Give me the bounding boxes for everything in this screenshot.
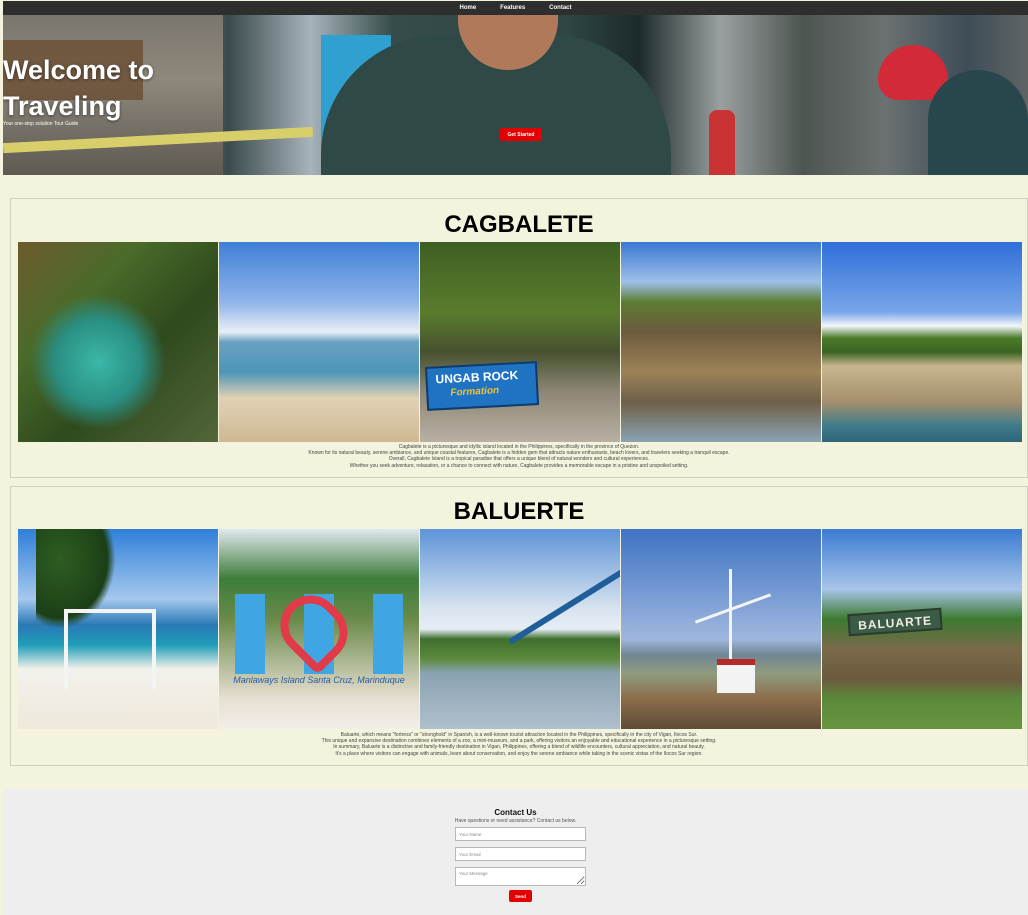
message-textarea[interactable] — [455, 867, 586, 886]
baluarte-sign-photo: BALUARTE — [822, 529, 1022, 729]
sea-island-photo — [420, 529, 620, 729]
destination-description: Baluarte, which means "fortress" or "str… — [321, 732, 717, 757]
swing-frame — [64, 609, 156, 689]
destination-description: Cagbalete is a picturesque and idyllic i… — [308, 444, 730, 469]
beach-swing-photo — [18, 529, 218, 729]
rock-formation-photo: UNGAB ROCK Formation — [420, 242, 620, 442]
windmill-photo — [621, 529, 821, 729]
small-house — [717, 659, 755, 693]
contact-lead: Have questions or need assistance? Conta… — [454, 818, 577, 824]
destination-baluerte: BALUERTE Manlaways Island Santa Cruz, Ma… — [10, 486, 1028, 766]
send-button[interactable]: Send — [509, 890, 532, 902]
top-nav: Home Features Contact — [3, 1, 1028, 15]
contact-section: Contact Us Have questions or need assist… — [3, 789, 1028, 915]
destination-cagbalete: CAGBALETE UNGAB ROCK Formation Cagbalete… — [10, 198, 1028, 478]
contact-title: Contact Us — [494, 808, 537, 817]
hero-subtitle: Your one-stop solution Tour Guide — [3, 121, 79, 127]
get-started-button[interactable]: Get Started — [500, 128, 542, 141]
i-love-sign-photo: Manlaways Island Santa Cruz, Marinduque — [219, 529, 419, 729]
hero-banner: Welcome to Traveling Your one-stop soluti… — [3, 15, 1028, 175]
hero-title: Welcome to Traveling — [3, 55, 155, 121]
rock-arch-photo — [621, 242, 821, 442]
nav-contact-link[interactable]: Contact — [549, 5, 571, 11]
destination-title: CAGBALETE — [444, 211, 594, 238]
boat-outrigger — [508, 559, 620, 645]
nav-features-link[interactable]: Features — [500, 5, 525, 11]
ungab-rock-sign: UNGAB ROCK Formation — [424, 361, 540, 411]
cliffs-photo — [822, 242, 1022, 442]
baluarte-sign: BALUARTE — [847, 607, 943, 637]
photo-gallery: UNGAB ROCK Formation — [18, 242, 1023, 442]
lagoon-photo — [18, 242, 218, 442]
beach-photo — [219, 242, 419, 442]
love-sign-caption: Manlaways Island Santa Cruz, Marinduque — [233, 675, 405, 685]
destination-title: BALUERTE — [453, 498, 585, 525]
email-input[interactable] — [455, 847, 586, 861]
windmill-blade — [694, 593, 772, 624]
nav-home-link[interactable]: Home — [459, 5, 476, 11]
name-input[interactable] — [455, 827, 586, 841]
photo-gallery: Manlaways Island Santa Cruz, Marinduque … — [18, 529, 1023, 729]
